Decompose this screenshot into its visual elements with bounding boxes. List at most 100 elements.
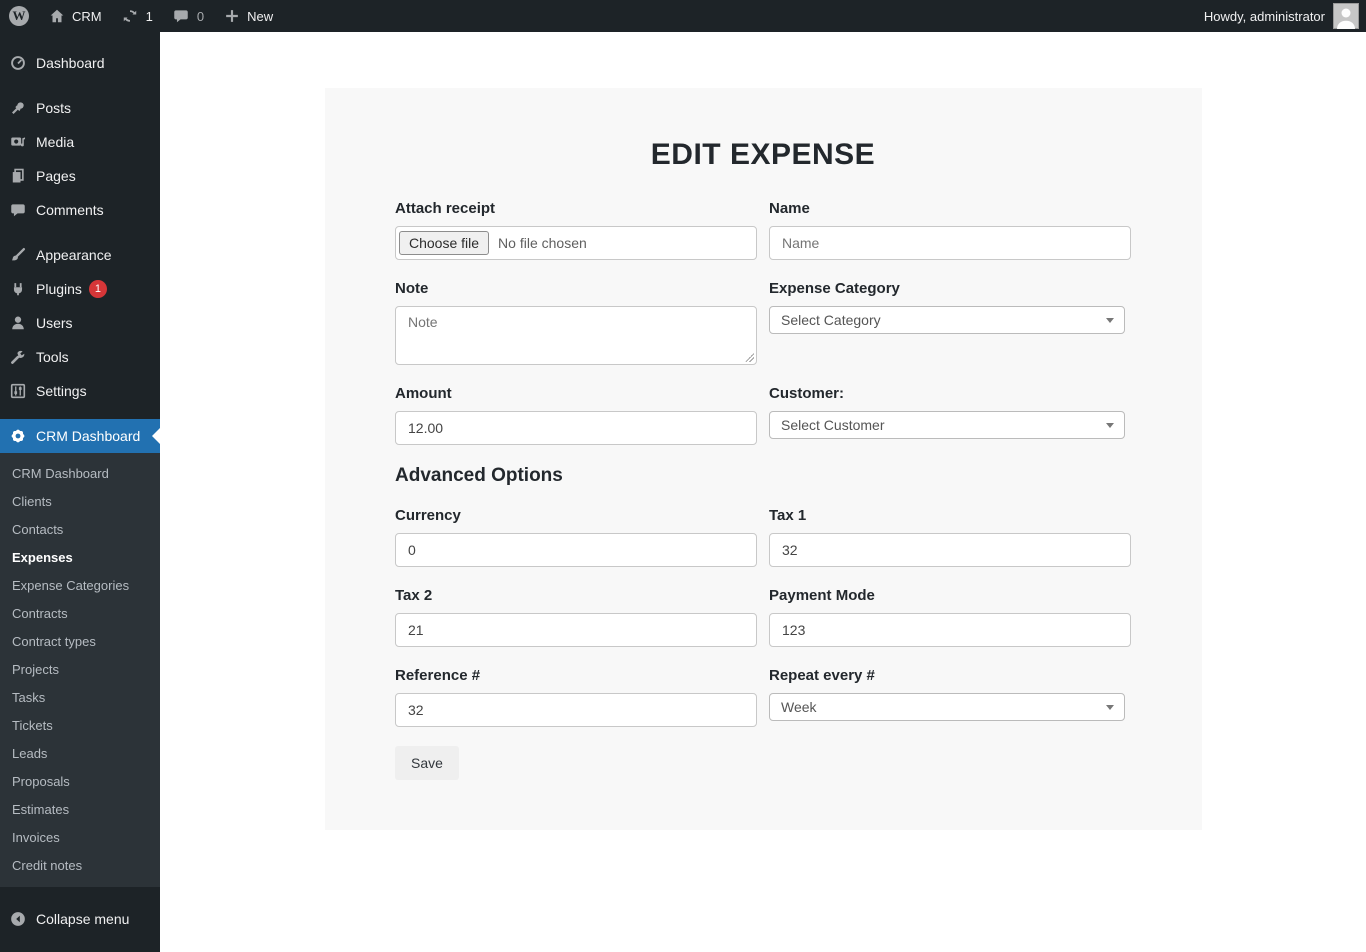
- dashboard-icon: [8, 53, 28, 73]
- name-label: Name: [769, 200, 1131, 217]
- submenu-item-proposals[interactable]: Proposals: [0, 768, 160, 796]
- expense-category-label: Expense Category: [769, 280, 1131, 297]
- repeat-every-select[interactable]: Week: [769, 693, 1125, 721]
- submenu-item-contacts[interactable]: Contacts: [0, 516, 160, 544]
- field-repeat-every: Repeat every # Week: [769, 667, 1131, 721]
- sidebar-item-label: Dashboard: [36, 55, 105, 71]
- submenu-item-tasks[interactable]: Tasks: [0, 684, 160, 712]
- comment-count: 0: [197, 9, 204, 24]
- field-name: Name: [769, 200, 1131, 260]
- field-tax1: Tax 1: [769, 507, 1131, 567]
- wrench-icon: [8, 347, 28, 367]
- customer-select[interactable]: Select Customer: [769, 411, 1125, 439]
- field-customer: Customer: Select Customer: [769, 385, 1131, 439]
- save-button[interactable]: Save: [395, 746, 459, 780]
- sidebar-item-label: Plugins: [36, 281, 82, 297]
- tax2-input[interactable]: [395, 613, 757, 647]
- admin-bar: W CRM 1 0 New Howdy, administrator: [0, 0, 1366, 32]
- sidebar-item-posts[interactable]: Posts: [0, 91, 160, 125]
- attach-receipt-file-input[interactable]: Choose file No file chosen: [395, 226, 757, 260]
- comment-icon: [8, 200, 28, 220]
- file-chosen-status: No file chosen: [498, 235, 587, 251]
- sidebar-item-media[interactable]: Media: [0, 125, 160, 159]
- reference-label: Reference #: [395, 667, 757, 684]
- submenu-item-clients[interactable]: Clients: [0, 488, 160, 516]
- main-content: EDIT EXPENSE Attach receipt Choose file …: [160, 32, 1366, 952]
- currency-label: Currency: [395, 507, 757, 524]
- avatar[interactable]: [1333, 3, 1359, 29]
- user-icon: [8, 313, 28, 333]
- payment-mode-input[interactable]: [769, 613, 1131, 647]
- expense-category-value: Select Category: [781, 312, 881, 328]
- gear-icon: [8, 426, 28, 446]
- repeat-every-label: Repeat every #: [769, 667, 1131, 684]
- plug-icon: [8, 279, 28, 299]
- pages-icon: [8, 166, 28, 186]
- sidebar-item-users[interactable]: Users: [0, 306, 160, 340]
- expense-category-select[interactable]: Select Category: [769, 306, 1125, 334]
- page-title: EDIT EXPENSE: [395, 138, 1131, 172]
- field-tax2: Tax 2: [395, 587, 757, 647]
- sidebar-item-tools[interactable]: Tools: [0, 340, 160, 374]
- howdy-account-label[interactable]: Howdy, administrator: [1204, 9, 1325, 24]
- submenu-item-estimates[interactable]: Estimates: [0, 796, 160, 824]
- new-content-menu[interactable]: New: [213, 0, 282, 32]
- chevron-down-icon: [1106, 423, 1114, 428]
- amount-label: Amount: [395, 385, 757, 402]
- updates-menu[interactable]: 1: [111, 0, 162, 32]
- sidebar-item-plugins[interactable]: Plugins 1: [0, 272, 160, 306]
- media-icon: [8, 132, 28, 152]
- submenu-item-credit-notes[interactable]: Credit notes: [0, 852, 160, 880]
- field-currency: Currency: [395, 507, 757, 567]
- tax1-label: Tax 1: [769, 507, 1131, 524]
- submenu-item-contracts[interactable]: Contracts: [0, 600, 160, 628]
- field-note: Note: [395, 280, 757, 365]
- plugins-update-badge: 1: [89, 280, 107, 298]
- sidebar-item-label: Appearance: [36, 247, 112, 263]
- submenu-item-contract-types[interactable]: Contract types: [0, 628, 160, 656]
- sidebar-item-settings[interactable]: Settings: [0, 374, 160, 408]
- submenu-item-projects[interactable]: Projects: [0, 656, 160, 684]
- wordpress-logo-icon: W: [9, 6, 29, 26]
- sidebar-item-dashboard[interactable]: Dashboard: [0, 46, 160, 80]
- collapse-menu-label: Collapse menu: [36, 911, 129, 927]
- sidebar-item-label: Media: [36, 134, 74, 150]
- submenu-item-expenses[interactable]: Expenses: [0, 544, 160, 572]
- submenu-item-leads[interactable]: Leads: [0, 740, 160, 768]
- payment-mode-label: Payment Mode: [769, 587, 1131, 604]
- sidebar-item-label: Users: [36, 315, 73, 331]
- chevron-down-icon: [1106, 318, 1114, 323]
- site-name-label: CRM: [72, 9, 102, 24]
- submenu-item-crm-dashboard[interactable]: CRM Dashboard: [0, 460, 160, 488]
- tax1-input[interactable]: [769, 533, 1131, 567]
- reference-input[interactable]: [395, 693, 757, 727]
- sidebar-item-appearance[interactable]: Appearance: [0, 238, 160, 272]
- comments-menu[interactable]: 0: [162, 0, 213, 32]
- name-input[interactable]: [769, 226, 1131, 260]
- submenu-item-expense-categories[interactable]: Expense Categories: [0, 572, 160, 600]
- wordpress-logo-menu[interactable]: W: [0, 0, 38, 32]
- note-textarea[interactable]: [395, 306, 757, 365]
- resize-grip[interactable]: [745, 353, 754, 362]
- field-expense-category: Expense Category Select Category: [769, 280, 1131, 334]
- sidebar-item-pages[interactable]: Pages: [0, 159, 160, 193]
- field-attach-receipt: Attach receipt Choose file No file chose…: [395, 200, 757, 260]
- advanced-options-heading: Advanced Options: [395, 465, 1131, 487]
- choose-file-button[interactable]: Choose file: [399, 231, 489, 255]
- submenu-item-tickets[interactable]: Tickets: [0, 712, 160, 740]
- update-count: 1: [146, 9, 153, 24]
- submenu-item-invoices[interactable]: Invoices: [0, 824, 160, 852]
- sidebar-item-label: Posts: [36, 100, 71, 116]
- customer-value: Select Customer: [781, 417, 884, 433]
- field-reference: Reference #: [395, 667, 757, 727]
- comment-bubble-icon: [171, 6, 191, 26]
- currency-input[interactable]: [395, 533, 757, 567]
- home-icon: [47, 6, 67, 26]
- sidebar-item-crm-dashboard[interactable]: CRM Dashboard: [0, 419, 160, 453]
- site-name-menu[interactable]: CRM: [38, 0, 111, 32]
- field-payment-mode: Payment Mode: [769, 587, 1131, 647]
- sidebar-item-comments[interactable]: Comments: [0, 193, 160, 227]
- amount-input[interactable]: [395, 411, 757, 445]
- sidebar-item-label: Tools: [36, 349, 69, 365]
- collapse-menu-button[interactable]: Collapse menu: [0, 902, 160, 936]
